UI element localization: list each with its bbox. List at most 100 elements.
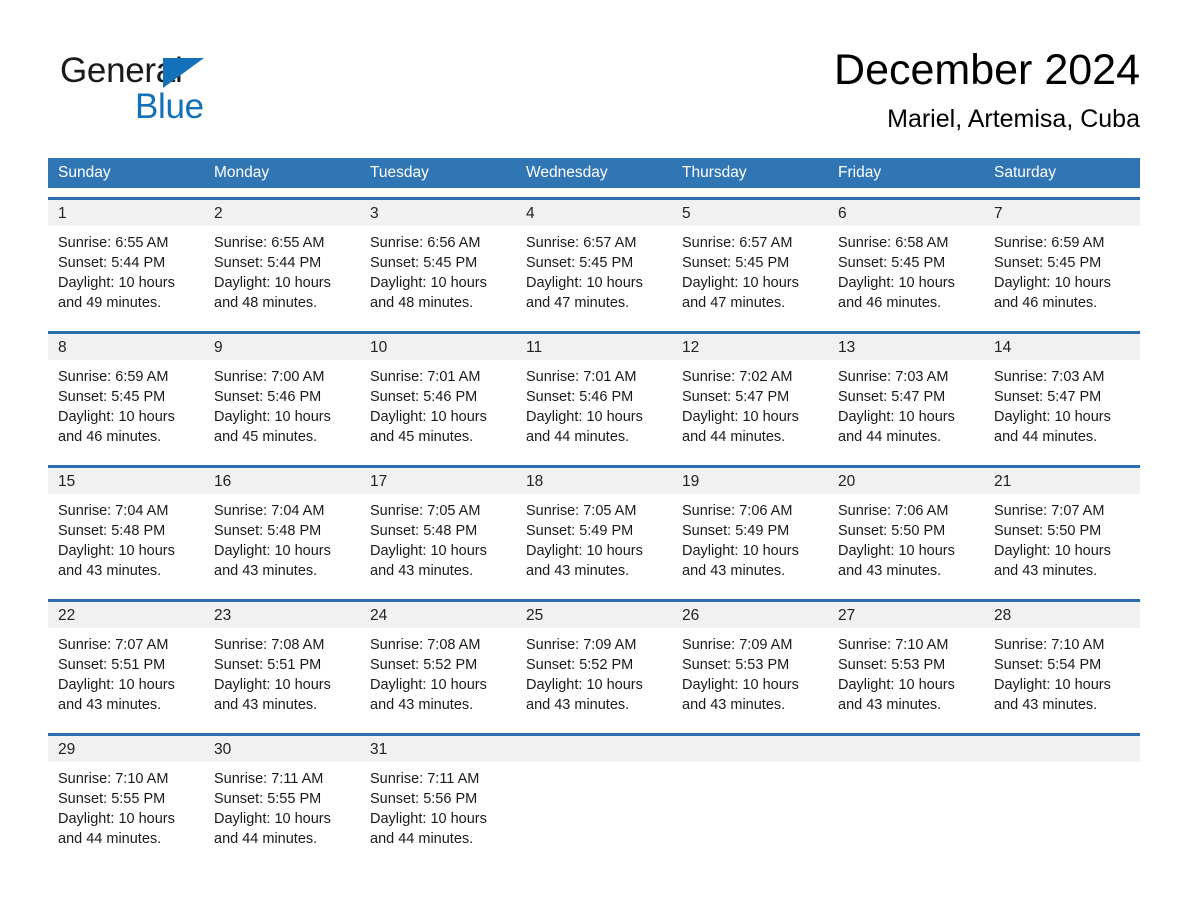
calendar-day-cell[interactable]: 22 Sunrise: 7:07 AM Sunset: 5:51 PM Dayl…	[48, 602, 204, 724]
sunset-text: Sunset: 5:47 PM	[994, 389, 1102, 405]
daylight-text-line2: and 47 minutes.	[526, 295, 630, 311]
calendar-day-cell[interactable]: 23 Sunrise: 7:08 AM Sunset: 5:51 PM Dayl…	[204, 602, 360, 724]
sunrise-text: Sunrise: 7:10 AM	[838, 637, 949, 653]
sunset-text: Sunset: 5:48 PM	[58, 523, 166, 539]
sunset-text: Sunset: 5:53 PM	[682, 657, 790, 673]
calendar-week-row: 8 Sunrise: 6:59 AM Sunset: 5:45 PM Dayli…	[48, 331, 1140, 456]
weekday-header-monday: Monday	[214, 164, 270, 181]
sunset-text: Sunset: 5:46 PM	[370, 389, 478, 405]
daylight-text-line2: and 46 minutes.	[838, 295, 942, 311]
sunset-text: Sunset: 5:56 PM	[370, 791, 478, 807]
day-info: Sunrise: 7:08 AM Sunset: 5:51 PM Dayligh…	[204, 628, 360, 715]
sunset-text: Sunset: 5:51 PM	[58, 657, 166, 673]
day-info: Sunrise: 7:10 AM Sunset: 5:55 PM Dayligh…	[48, 762, 204, 849]
sunrise-text: Sunrise: 7:09 AM	[526, 637, 637, 653]
calendar-day-cell[interactable]: 6 Sunrise: 6:58 AM Sunset: 5:45 PM Dayli…	[828, 200, 984, 322]
calendar-day-cell[interactable]: 26 Sunrise: 7:09 AM Sunset: 5:53 PM Dayl…	[672, 602, 828, 724]
calendar-day-cell[interactable]: 28 Sunrise: 7:10 AM Sunset: 5:54 PM Dayl…	[984, 602, 1140, 724]
sunset-text: Sunset: 5:54 PM	[994, 657, 1102, 673]
day-number: 2	[204, 200, 360, 226]
day-number	[672, 736, 828, 762]
daylight-text-line1: Daylight: 10 hours	[838, 543, 955, 559]
daylight-text-line1: Daylight: 10 hours	[370, 543, 487, 559]
calendar-day-cell[interactable]: 4 Sunrise: 6:57 AM Sunset: 5:45 PM Dayli…	[516, 200, 672, 322]
calendar-day-cell-empty	[516, 736, 672, 858]
daylight-text-line2: and 48 minutes.	[214, 295, 318, 311]
day-info: Sunrise: 7:00 AM Sunset: 5:46 PM Dayligh…	[204, 360, 360, 447]
calendar-day-cell[interactable]: 9 Sunrise: 7:00 AM Sunset: 5:46 PM Dayli…	[204, 334, 360, 456]
daylight-text-line1: Daylight: 10 hours	[682, 409, 799, 425]
sunset-text: Sunset: 5:50 PM	[994, 523, 1102, 539]
weekday-header-saturday: Saturday	[994, 164, 1057, 181]
calendar-day-cell[interactable]: 31 Sunrise: 7:11 AM Sunset: 5:56 PM Dayl…	[360, 736, 516, 858]
day-number: 14	[984, 334, 1140, 360]
calendar-day-cell[interactable]: 30 Sunrise: 7:11 AM Sunset: 5:55 PM Dayl…	[204, 736, 360, 858]
daylight-text-line1: Daylight: 10 hours	[682, 543, 799, 559]
calendar-day-cell[interactable]: 29 Sunrise: 7:10 AM Sunset: 5:55 PM Dayl…	[48, 736, 204, 858]
daylight-text-line2: and 47 minutes.	[682, 295, 786, 311]
daylight-text-line2: and 43 minutes.	[370, 697, 474, 713]
calendar-day-cell[interactable]: 10 Sunrise: 7:01 AM Sunset: 5:46 PM Dayl…	[360, 334, 516, 456]
day-number: 6	[828, 200, 984, 226]
calendar-day-cell[interactable]: 15 Sunrise: 7:04 AM Sunset: 5:48 PM Dayl…	[48, 468, 204, 590]
sunrise-text: Sunrise: 6:58 AM	[838, 235, 949, 251]
daylight-text-line2: and 43 minutes.	[682, 563, 786, 579]
calendar-day-cell[interactable]: 17 Sunrise: 7:05 AM Sunset: 5:48 PM Dayl…	[360, 468, 516, 590]
sunset-text: Sunset: 5:47 PM	[682, 389, 790, 405]
daylight-text-line2: and 45 minutes.	[370, 429, 474, 445]
daylight-text-line1: Daylight: 10 hours	[838, 409, 955, 425]
daylight-text-line1: Daylight: 10 hours	[838, 677, 955, 693]
calendar-day-cell[interactable]: 12 Sunrise: 7:02 AM Sunset: 5:47 PM Dayl…	[672, 334, 828, 456]
day-number: 28	[984, 602, 1140, 628]
day-number: 30	[204, 736, 360, 762]
sunrise-text: Sunrise: 7:10 AM	[58, 771, 169, 787]
weekday-header-row: Sunday Monday Tuesday Wednesday Thursday…	[48, 158, 1140, 188]
day-number: 20	[828, 468, 984, 494]
day-number: 1	[48, 200, 204, 226]
calendar-day-cell[interactable]: 25 Sunrise: 7:09 AM Sunset: 5:52 PM Dayl…	[516, 602, 672, 724]
calendar-day-cell[interactable]: 2 Sunrise: 6:55 AM Sunset: 5:44 PM Dayli…	[204, 200, 360, 322]
calendar-day-cell[interactable]: 24 Sunrise: 7:08 AM Sunset: 5:52 PM Dayl…	[360, 602, 516, 724]
day-number: 5	[672, 200, 828, 226]
calendar-day-cell[interactable]: 16 Sunrise: 7:04 AM Sunset: 5:48 PM Dayl…	[204, 468, 360, 590]
calendar-day-cell[interactable]: 7 Sunrise: 6:59 AM Sunset: 5:45 PM Dayli…	[984, 200, 1140, 322]
sunrise-text: Sunrise: 7:04 AM	[58, 503, 169, 519]
daylight-text-line2: and 43 minutes.	[214, 563, 318, 579]
sunrise-text: Sunrise: 7:11 AM	[214, 771, 324, 787]
sunrise-text: Sunrise: 6:55 AM	[58, 235, 169, 251]
calendar-day-cell[interactable]: 8 Sunrise: 6:59 AM Sunset: 5:45 PM Dayli…	[48, 334, 204, 456]
daylight-text-line2: and 44 minutes.	[214, 831, 318, 847]
daylight-text-line1: Daylight: 10 hours	[682, 677, 799, 693]
sunrise-text: Sunrise: 7:05 AM	[526, 503, 637, 519]
day-number	[828, 736, 984, 762]
day-info: Sunrise: 7:02 AM Sunset: 5:47 PM Dayligh…	[672, 360, 828, 447]
sunrise-text: Sunrise: 7:01 AM	[370, 369, 481, 385]
calendar-day-cell[interactable]: 20 Sunrise: 7:06 AM Sunset: 5:50 PM Dayl…	[828, 468, 984, 590]
sunrise-text: Sunrise: 7:03 AM	[838, 369, 949, 385]
day-info: Sunrise: 7:10 AM Sunset: 5:53 PM Dayligh…	[828, 628, 984, 715]
sunrise-text: Sunrise: 7:03 AM	[994, 369, 1105, 385]
calendar-day-cell[interactable]: 5 Sunrise: 6:57 AM Sunset: 5:45 PM Dayli…	[672, 200, 828, 322]
daylight-text-line2: and 44 minutes.	[682, 429, 786, 445]
daylight-text-line2: and 49 minutes.	[58, 295, 162, 311]
calendar-day-cell[interactable]: 3 Sunrise: 6:56 AM Sunset: 5:45 PM Dayli…	[360, 200, 516, 322]
sunrise-text: Sunrise: 7:06 AM	[682, 503, 793, 519]
calendar-day-cell[interactable]: 27 Sunrise: 7:10 AM Sunset: 5:53 PM Dayl…	[828, 602, 984, 724]
calendar-day-cell[interactable]: 13 Sunrise: 7:03 AM Sunset: 5:47 PM Dayl…	[828, 334, 984, 456]
day-info: Sunrise: 6:57 AM Sunset: 5:45 PM Dayligh…	[516, 226, 672, 313]
sunrise-text: Sunrise: 6:55 AM	[214, 235, 325, 251]
sunset-text: Sunset: 5:46 PM	[214, 389, 322, 405]
calendar-day-cell[interactable]: 14 Sunrise: 7:03 AM Sunset: 5:47 PM Dayl…	[984, 334, 1140, 456]
daylight-text-line1: Daylight: 10 hours	[58, 275, 175, 291]
calendar-day-cell[interactable]: 19 Sunrise: 7:06 AM Sunset: 5:49 PM Dayl…	[672, 468, 828, 590]
calendar-day-cell[interactable]: 1 Sunrise: 6:55 AM Sunset: 5:44 PM Dayli…	[48, 200, 204, 322]
calendar-day-cell[interactable]: 11 Sunrise: 7:01 AM Sunset: 5:46 PM Dayl…	[516, 334, 672, 456]
sunrise-text: Sunrise: 7:04 AM	[214, 503, 325, 519]
sunset-text: Sunset: 5:47 PM	[838, 389, 946, 405]
calendar-day-cell[interactable]: 18 Sunrise: 7:05 AM Sunset: 5:49 PM Dayl…	[516, 468, 672, 590]
sunrise-text: Sunrise: 7:07 AM	[58, 637, 169, 653]
day-number: 26	[672, 602, 828, 628]
sunset-text: Sunset: 5:51 PM	[214, 657, 322, 673]
day-info: Sunrise: 7:06 AM Sunset: 5:49 PM Dayligh…	[672, 494, 828, 581]
calendar-day-cell[interactable]: 21 Sunrise: 7:07 AM Sunset: 5:50 PM Dayl…	[984, 468, 1140, 590]
